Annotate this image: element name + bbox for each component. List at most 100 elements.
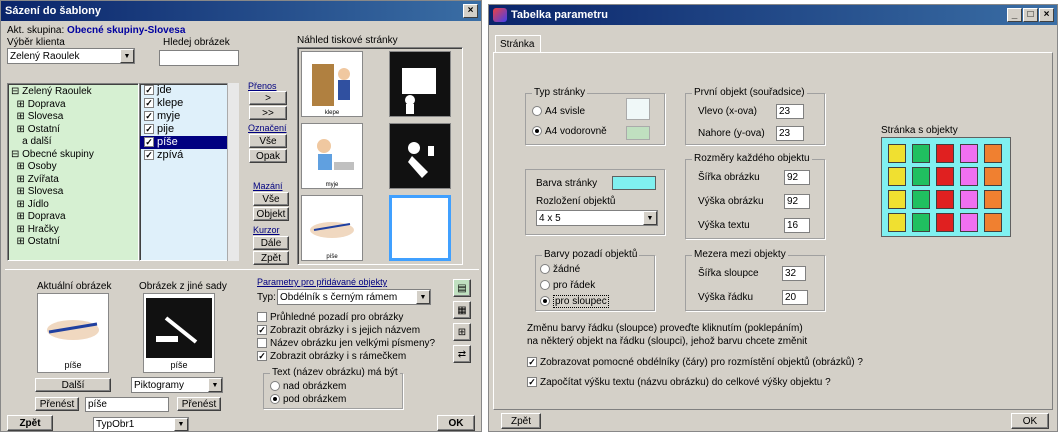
next-image-button[interactable]: Další [35,378,111,392]
tree-item[interactable]: ⊞ Hračky [11,224,135,237]
tree-item[interactable]: ⊞ Ostatní [11,236,135,249]
radio-icon[interactable] [270,394,280,405]
picture-type-select[interactable]: TypObr1 ▼ [93,417,189,432]
selected-empty-card[interactable] [389,195,451,261]
tree-item[interactable]: ⊟ Zelený Raoulek [11,86,135,99]
word-item[interactable]: ✓ píše [140,136,238,149]
close-icon[interactable]: × [463,4,478,18]
maximize-icon[interactable]: □ [1023,8,1038,22]
chevron-down-icon[interactable]: ▼ [208,378,222,392]
tree-item[interactable]: ⊞ Ostatní [11,124,135,137]
col-width-input[interactable]: 32 [782,266,806,281]
checkbox-icon[interactable]: ✓ [144,150,154,161]
object-cell[interactable] [936,167,954,186]
object-cell[interactable] [888,213,906,232]
tree-item[interactable]: ⊞ Doprava [11,211,135,224]
word-input[interactable]: píše [85,397,169,412]
tree-item[interactable]: ⊞ Doprava [11,99,135,112]
ok-button[interactable]: OK [437,415,475,431]
picture-card[interactable] [389,51,451,117]
radio-icon[interactable] [540,264,550,275]
params-link[interactable]: Parametry pro přidávané objekty [257,277,387,287]
picture-card[interactable] [389,123,451,189]
checkbox-icon[interactable]: ✓ [144,111,154,122]
word-list[interactable]: ✓ jde ✓ klepe ✓ myje ✓ pije ✓ píše ✓ zpívá [139,83,239,261]
checkbox-icon[interactable]: ✓ [527,377,537,388]
tree-item[interactable]: ⊟ Obecné skupiny [11,149,135,162]
checkbox-icon[interactable]: ✓ [257,325,267,336]
bg-row-radio[interactable]: pro řádek [540,280,595,291]
checkbox-icon[interactable] [257,312,267,323]
tree-item[interactable]: ⊞ Jídlo [11,199,135,212]
left-coord-input[interactable]: 23 [776,104,804,119]
object-cell[interactable] [936,144,954,163]
tab-stranka[interactable]: Stránka [495,35,541,53]
tree-item[interactable]: ⊞ Slovesa [11,186,135,199]
ok-button[interactable]: OK [1011,413,1049,429]
param-checkbox[interactable]: Název obrázku jen velkými písmeny? [257,337,435,350]
search-input[interactable] [159,50,239,66]
palette-icon[interactable]: ▤ [453,279,471,297]
checkbox-icon[interactable]: ✓ [144,98,154,109]
select-all-button[interactable]: Vše [249,134,287,148]
tree-item[interactable]: a další [11,136,135,149]
back-button[interactable]: Zpět [501,413,541,429]
object-cell[interactable] [888,144,906,163]
next-button[interactable]: > [249,91,287,105]
word-item[interactable]: ✓ myje [140,110,238,123]
bg-col-radio[interactable]: pro sloupec [540,295,609,308]
cursor-back-button[interactable]: Zpět [253,251,289,265]
object-cell[interactable] [984,144,1002,163]
bg-none-radio[interactable]: žádné [540,264,580,275]
radio-icon[interactable] [532,106,542,117]
img-width-input[interactable]: 92 [784,170,810,185]
radio-icon[interactable] [532,126,542,137]
checkbox-icon[interactable]: ✓ [144,124,154,135]
chevron-down-icon[interactable]: ▼ [174,418,188,431]
word-item[interactable]: ✓ zpívá [140,149,238,162]
row-height-input[interactable]: 20 [782,290,808,305]
a4-landscape-radio[interactable]: A4 vodorovně [532,126,607,137]
checkbox-icon[interactable]: ✓ [144,137,154,148]
object-cell[interactable] [960,213,978,232]
param-checkbox[interactable]: ✓ Zobrazit obrázky i s rámečkem [257,350,435,363]
object-cell[interactable] [984,213,1002,232]
tree-item[interactable]: ⊞ Slovesa [11,111,135,124]
object-cell[interactable] [912,213,930,232]
image-set-select[interactable]: Piktogramy ▼ [131,377,223,393]
checkbox-icon[interactable] [257,338,267,349]
client-select[interactable]: Zelený Raoulek ▼ [7,48,135,64]
picture-card[interactable]: klepe [301,51,363,117]
word-item[interactable]: ✓ pije [140,123,238,136]
page-objects-preview[interactable] [881,137,1011,237]
helper-rect-checkbox[interactable]: ✓ Zobrazovat pomocné obdélníky (čáry) pro… [527,357,863,368]
word-item[interactable]: ✓ klepe [140,97,238,110]
picture-card[interactable]: myje [301,123,363,189]
radio-icon[interactable] [540,296,550,307]
object-cell[interactable] [936,213,954,232]
word-item[interactable]: ✓ jde [140,84,238,97]
transfer-button-1[interactable]: Přenést [35,397,79,411]
word-list-scrollbar[interactable] [227,83,239,261]
radio-above[interactable]: nad obrázkem [270,381,346,392]
invert-button[interactable]: Opak [249,149,287,163]
swap-icon[interactable]: ⇄ [453,345,471,363]
tree-item[interactable]: ⊞ Osoby [11,161,135,174]
top-coord-input[interactable]: 23 [776,126,804,141]
chevron-down-icon[interactable]: ▼ [416,290,430,304]
chevron-down-icon[interactable]: ▼ [643,211,657,225]
a4-portrait-radio[interactable]: A4 svisle [532,106,585,117]
object-cell[interactable] [912,167,930,186]
tree-item[interactable]: ⊞ Zvířata [11,174,135,187]
back-button[interactable]: Zpět [7,415,53,431]
object-cell[interactable] [984,190,1002,209]
close-icon[interactable]: × [1039,8,1054,22]
cursor-next-button[interactable]: Dále [253,236,289,250]
param-checkbox[interactable]: ✓ Zobrazit obrázky i s jejich názvem [257,324,435,337]
object-cell[interactable] [984,167,1002,186]
object-cell[interactable] [936,190,954,209]
type-select[interactable]: Obdélník s černým rámem ▼ [277,289,431,305]
checkbox-icon[interactable]: ✓ [527,357,537,368]
object-cell[interactable] [888,167,906,186]
layout-select[interactable]: 4 x 5 ▼ [536,210,658,226]
